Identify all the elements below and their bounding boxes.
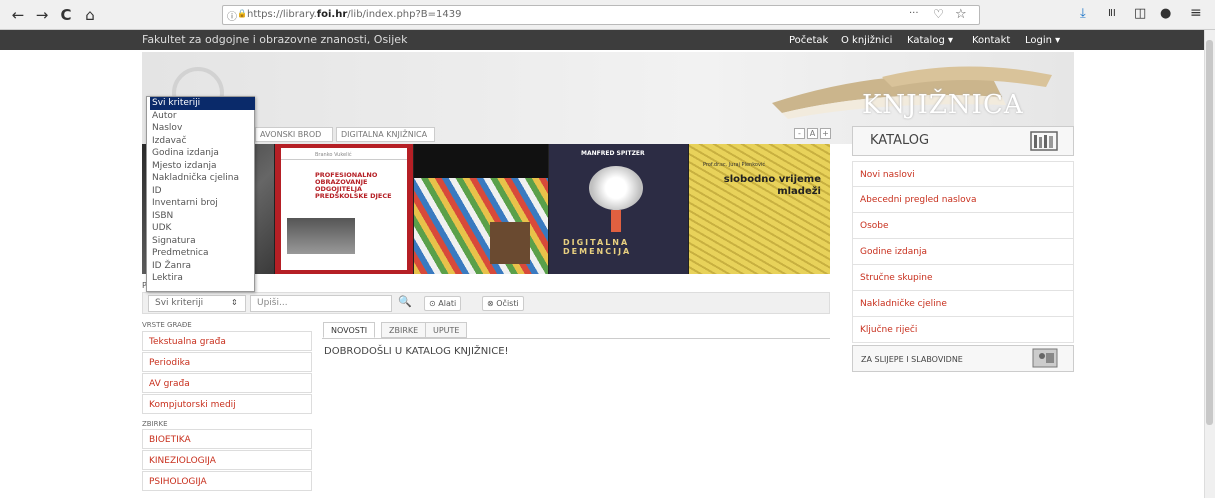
url-bar[interactable]: ⓘ 🔒 https://library.foi.hr/lib/index.php… xyxy=(222,5,980,25)
catalog-title: KATALOG xyxy=(870,133,930,148)
site-title[interactable]: Fakultet za odgojne i obrazovne znanosti… xyxy=(142,33,407,46)
clear-label: Očisti xyxy=(496,299,519,308)
book1-author: Branko Vukelić xyxy=(315,152,352,158)
dropdown-option[interactable]: Izdavač xyxy=(150,135,255,148)
font-decrease-button[interactable]: - xyxy=(794,128,805,139)
account-icon[interactable]: ● xyxy=(1160,6,1171,21)
dropdown-option[interactable]: Mjesto izdanja xyxy=(150,160,255,173)
dropdown-option[interactable]: UDK xyxy=(150,222,255,235)
catalog-item-abecedni[interactable]: Abecedni pregled naslova xyxy=(852,187,1074,213)
search-criteria-select[interactable]: Svi kriteriji ⇕ xyxy=(148,295,246,312)
scrollbar-thumb[interactable] xyxy=(1206,40,1213,425)
slider-book-2[interactable] xyxy=(414,144,548,274)
tab-novosti[interactable]: NOVOSTI xyxy=(323,322,376,338)
menu-icon[interactable]: ≡ xyxy=(1190,5,1202,21)
dropdown-option[interactable]: Autor xyxy=(150,110,255,123)
dropdown-option[interactable]: ID Žanra xyxy=(150,260,255,273)
browser-toolbar: ← → C ⌂ ⓘ 🔒 https://library.foi.hr/lib/i… xyxy=(0,0,1215,30)
search-icon[interactable]: 🔍 xyxy=(398,295,412,308)
welcome-message: DOBRODOŠLI U KATALOG KNJIŽNICE! xyxy=(324,346,509,357)
nav-pocetak[interactable]: Početak xyxy=(789,35,828,46)
nav-o-knjiznici[interactable]: O knjižnici xyxy=(841,35,892,46)
catalog-item-kljucne[interactable]: Ključne riječi xyxy=(852,317,1074,343)
catalog-item-novi-naslovi[interactable]: Novi naslovi xyxy=(852,161,1074,187)
slider-book-4[interactable]: Prof.dr.sc. Juraj Plenković slobodno vri… xyxy=(689,144,830,274)
book4-author: Prof.dr.sc. Juraj Plenković xyxy=(703,162,766,168)
sidebar-item-av-grada[interactable]: AV građa xyxy=(142,373,312,393)
dropdown-option[interactable]: ISBN xyxy=(150,210,255,223)
dropdown-option[interactable]: Lektira xyxy=(150,272,255,285)
criteria-dropdown[interactable]: Svi kriteriji Autor Naslov Izdavač Godin… xyxy=(146,96,255,292)
sidebar-icon[interactable]: ◫ xyxy=(1134,6,1146,21)
sidebar-item-bioetika[interactable]: BIOETIKA xyxy=(142,429,312,449)
tab-zbirke[interactable]: ZBIRKE xyxy=(381,322,427,338)
nav-kontakt[interactable]: Kontakt xyxy=(972,35,1010,46)
back-icon[interactable]: ← xyxy=(8,5,28,25)
tab-upute[interactable]: UPUTE xyxy=(425,322,468,338)
font-reset-button[interactable]: A xyxy=(807,128,818,139)
star-icon[interactable]: ☆ xyxy=(955,7,967,22)
info-icon[interactable]: ⓘ xyxy=(227,8,237,23)
vrste-grade-heading: VRSTE GRAĐE xyxy=(142,321,192,329)
dropdown-option[interactable]: Signatura xyxy=(150,235,255,248)
tab-divider xyxy=(322,338,830,339)
search-input[interactable]: Upiši... xyxy=(250,295,392,312)
url-text: https://library.foi.hr/lib/index.php?B=1… xyxy=(247,9,462,20)
book1-title: PROFESIONALNO OBRAZOVANJE ODGOJITELJA PR… xyxy=(315,171,392,200)
download-icon[interactable]: ⤓ xyxy=(1080,6,1086,21)
slider-book-3[interactable]: MANFRED SPITZER DIGITALNA DEMENCIJA xyxy=(549,144,688,274)
reload-icon[interactable]: C xyxy=(56,5,76,25)
sidebar-item-tekstualna[interactable]: Tekstualna građa xyxy=(142,331,312,351)
tools-button[interactable]: ⊙ Alati xyxy=(424,296,462,311)
banner-title: KNJIŽNICA xyxy=(862,90,1024,120)
page: ← → C ⌂ ⓘ 🔒 https://library.foi.hr/lib/i… xyxy=(0,0,1215,498)
dropdown-option[interactable]: Svi kriteriji xyxy=(150,97,255,110)
catalog-item-strucne[interactable]: Stručne skupine xyxy=(852,265,1074,291)
catalog-item-nakladnicke[interactable]: Nakladničke cjeline xyxy=(852,291,1074,317)
chevron-down-icon: ⊙ xyxy=(429,299,439,308)
tab-digitalna-knjiznica[interactable]: DIGITALNA KNJIŽNICA xyxy=(336,127,435,142)
select-arrows-icon: ⇕ xyxy=(231,298,238,307)
bookshelf-icon xyxy=(1030,131,1058,151)
nav-katalog[interactable]: Katalog ▾ xyxy=(907,35,953,46)
pocket-icon[interactable]: ♡ xyxy=(933,7,944,21)
dropdown-option[interactable]: Predmetnica xyxy=(150,247,255,260)
clear-button[interactable]: ⊗ Očisti xyxy=(482,296,524,311)
clear-icon: ⊗ xyxy=(487,299,497,308)
dropdown-option[interactable]: Inventarni broj xyxy=(150,197,255,210)
font-increase-button[interactable]: + xyxy=(820,128,831,139)
sidebar-item-kineziologija[interactable]: KINEZIOLOGIJA xyxy=(142,450,312,470)
lock-icon: 🔒 xyxy=(237,9,247,18)
book3-title: DIGITALNA DEMENCIJA xyxy=(563,238,632,256)
book3-author: MANFRED SPITZER xyxy=(581,150,645,157)
dropdown-option[interactable]: ID xyxy=(150,185,255,198)
forward-icon[interactable]: → xyxy=(32,5,52,25)
slider-book-1[interactable]: Branko Vukelić PROFESIONALNO OBRAZOVANJE… xyxy=(275,144,413,274)
sidebar-item-psihologija[interactable]: PSIHOLOGIJA xyxy=(142,471,312,491)
zbirke-heading: ZBIRKE xyxy=(142,420,168,428)
nav-login[interactable]: Login ▾ xyxy=(1025,35,1060,46)
tools-label: Alati xyxy=(438,299,457,308)
home-icon[interactable]: ⌂ xyxy=(80,5,100,25)
dropdown-option[interactable]: Naslov xyxy=(150,122,255,135)
catalog-item-osobe[interactable]: Osobe xyxy=(852,213,1074,239)
catalog-item-godine[interactable]: Godine izdanja xyxy=(852,239,1074,265)
sidebar-item-kompjutorski[interactable]: Kompjutorski medij xyxy=(142,394,312,414)
dropdown-option[interactable]: Godina izdanja xyxy=(150,147,255,160)
sidebar-item-periodika[interactable]: Periodika xyxy=(142,352,312,372)
book4-title: slobodno vrijeme mladeži xyxy=(723,174,821,197)
tab-slavonski-brod[interactable]: AVONSKI BROD xyxy=(255,127,333,142)
accessibility-icon xyxy=(1032,348,1058,368)
site-navbar: Fakultet za odgojne i obrazovne znanosti… xyxy=(0,30,1215,50)
more-icon[interactable]: ··· xyxy=(909,8,919,19)
dropdown-option[interactable]: Nakladnička cjelina xyxy=(150,172,255,185)
search-criteria-value: Svi kriteriji xyxy=(155,298,204,308)
library-icon[interactable]: ⅡⅠ xyxy=(1108,8,1116,19)
